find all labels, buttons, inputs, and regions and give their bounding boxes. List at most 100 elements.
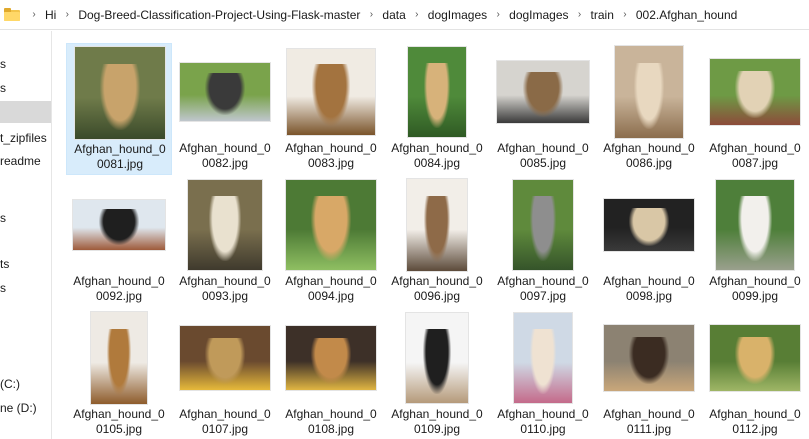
- image-thumbnail[interactable]: [615, 46, 683, 138]
- file-item[interactable]: Afghan_hound_0 0112.jpg: [702, 309, 808, 439]
- file-item[interactable]: Afghan_hound_0 0084.jpg: [384, 43, 490, 175]
- nav-item[interactable]: s: [0, 77, 51, 99]
- file-name-line: Afghan_hound_0: [497, 407, 589, 421]
- breadcrumb-item[interactable]: 002.Afghan_hound: [633, 8, 740, 22]
- file-name-line: 0092.jpg: [95, 289, 143, 303]
- nav-item[interactable]: [0, 229, 51, 251]
- image-thumbnail[interactable]: [716, 180, 794, 270]
- file-item[interactable]: Afghan_hound_0 0098.jpg: [596, 176, 702, 308]
- file-item[interactable]: Afghan_hound_0 0083.jpg: [278, 43, 384, 175]
- nav-item[interactable]: s: [0, 53, 51, 75]
- breadcrumb-chevron-icon[interactable]: ›: [26, 9, 42, 20]
- nav-item[interactable]: ts: [0, 253, 51, 275]
- dog-figure: [100, 63, 140, 130]
- file-name-line: Afghan_hound_0: [603, 274, 695, 288]
- folder-icon: [4, 8, 20, 21]
- breadcrumb-chevron-icon[interactable]: ›: [617, 9, 633, 20]
- file-item[interactable]: Afghan_hound_0 0109.jpg: [384, 309, 490, 439]
- breadcrumb-chevron-icon[interactable]: ›: [490, 9, 506, 20]
- file-name: Afghan_hound_0 0109.jpg: [384, 407, 490, 437]
- file-item[interactable]: Afghan_hound_0 0093.jpg: [172, 176, 278, 308]
- file-name: Afghan_hound_0 0099.jpg: [702, 274, 808, 304]
- file-name: Afghan_hound_0 0098.jpg: [596, 274, 702, 304]
- address-bar[interactable]: › Hi › Dog-Breed-Classification-Project-Usi…: [0, 0, 809, 30]
- file-name: Afghan_hound_0 0110.jpg: [490, 407, 596, 437]
- file-name: Afghan_hound_0 0093.jpg: [172, 274, 278, 304]
- breadcrumb-chevron-icon[interactable]: ›: [363, 9, 379, 20]
- file-name: Afghan_hound_0 0094.jpg: [278, 274, 384, 304]
- breadcrumb-item[interactable]: train: [588, 8, 617, 22]
- breadcrumb-chevron-icon[interactable]: ›: [59, 9, 75, 20]
- breadcrumb-item[interactable]: Hi: [42, 8, 59, 22]
- file-item[interactable]: Afghan_hound_0 0096.jpg: [384, 176, 490, 308]
- nav-item[interactable]: (C:): [0, 373, 51, 395]
- file-name: Afghan_hound_0 0092.jpg: [66, 274, 172, 304]
- file-name-line: Afghan_hound_0: [285, 274, 377, 288]
- dog-figure: [311, 337, 351, 384]
- dog-figure: [735, 336, 775, 385]
- image-thumbnail[interactable]: [513, 180, 573, 270]
- image-thumbnail[interactable]: [73, 200, 165, 250]
- image-thumbnail[interactable]: [406, 313, 468, 403]
- breadcrumb-item[interactable]: data: [379, 8, 408, 22]
- image-thumbnail[interactable]: [710, 325, 800, 391]
- file-item[interactable]: Afghan_hound_0 0111.jpg: [596, 309, 702, 439]
- file-name: Afghan_hound_0 0086.jpg: [596, 141, 702, 171]
- image-thumbnail[interactable]: [514, 313, 572, 403]
- image-thumbnail[interactable]: [286, 326, 376, 390]
- nav-item[interactable]: [0, 173, 51, 195]
- file-item[interactable]: Afghan_hound_0 0099.jpg: [702, 176, 808, 308]
- file-name-line: Afghan_hound_0: [709, 141, 801, 155]
- image-thumbnail[interactable]: [407, 179, 467, 271]
- file-name-line: Afghan_hound_0: [179, 141, 271, 155]
- image-thumbnail[interactable]: [604, 325, 694, 391]
- image-thumbnail[interactable]: [188, 180, 262, 270]
- file-item[interactable]: Afghan_hound_0 0094.jpg: [278, 176, 384, 308]
- breadcrumb-chevron-icon[interactable]: ›: [572, 9, 588, 20]
- file-name-line: Afghan_hound_0: [497, 274, 589, 288]
- file-item[interactable]: Afghan_hound_0 0110.jpg: [490, 309, 596, 439]
- file-item[interactable]: Afghan_hound_0 0085.jpg: [490, 43, 596, 175]
- nav-item[interactable]: t_zipfiles: [0, 127, 51, 149]
- image-thumbnail[interactable]: [286, 180, 376, 270]
- file-item[interactable]: Afghan_hound_0 0086.jpg: [596, 43, 702, 175]
- file-name-line: Afghan_hound_0: [74, 142, 166, 156]
- file-name-line: 0107.jpg: [201, 422, 249, 436]
- image-thumbnail[interactable]: [180, 63, 270, 121]
- file-name: Afghan_hound_0 0085.jpg: [490, 141, 596, 171]
- image-thumbnail[interactable]: [604, 199, 694, 251]
- file-name-line: 0105.jpg: [95, 422, 143, 436]
- file-name-line: Afghan_hound_0: [73, 274, 165, 288]
- file-name-line: 0112.jpg: [732, 422, 778, 436]
- file-name-line: 0097.jpg: [519, 289, 567, 303]
- file-item[interactable]: Afghan_hound_0 0082.jpg: [172, 43, 278, 175]
- image-thumbnail[interactable]: [180, 326, 270, 390]
- nav-item[interactable]: readme: [0, 150, 51, 172]
- file-item[interactable]: Afghan_hound_0 0107.jpg: [172, 309, 278, 439]
- file-item[interactable]: Afghan_hound_0 0081.jpg: [66, 43, 172, 175]
- nav-item[interactable]: [0, 101, 51, 123]
- nav-item[interactable]: ne (D:): [0, 397, 51, 419]
- image-thumbnail[interactable]: [497, 61, 589, 123]
- image-thumbnail[interactable]: [75, 47, 165, 139]
- breadcrumb-item[interactable]: dogImages: [506, 8, 571, 22]
- file-item[interactable]: Afghan_hound_0 0105.jpg: [66, 309, 172, 439]
- nav-item[interactable]: s: [0, 277, 51, 299]
- nav-item[interactable]: s: [0, 207, 51, 229]
- file-item[interactable]: Afghan_hound_0 0092.jpg: [66, 176, 172, 308]
- file-name-line: 0111.jpg: [626, 422, 672, 436]
- image-thumbnail[interactable]: [287, 49, 375, 135]
- dog-figure: [737, 196, 773, 261]
- image-thumbnail[interactable]: [710, 59, 800, 125]
- file-item[interactable]: Afghan_hound_0 0108.jpg: [278, 309, 384, 439]
- breadcrumb-item[interactable]: Dog-Breed-Classification-Project-Using-F…: [75, 8, 363, 22]
- file-item[interactable]: Afghan_hound_0 0087.jpg: [702, 43, 808, 175]
- image-thumbnail[interactable]: [91, 312, 147, 404]
- breadcrumb-chevron-icon[interactable]: ›: [409, 9, 425, 20]
- file-name-line: 0108.jpg: [307, 422, 355, 436]
- breadcrumb-item[interactable]: dogImages: [425, 8, 490, 22]
- file-item[interactable]: Afghan_hound_0 0097.jpg: [490, 176, 596, 308]
- file-name-line: 0094.jpg: [307, 289, 355, 303]
- file-name-line: 0096.jpg: [413, 289, 461, 303]
- image-thumbnail[interactable]: [408, 47, 466, 137]
